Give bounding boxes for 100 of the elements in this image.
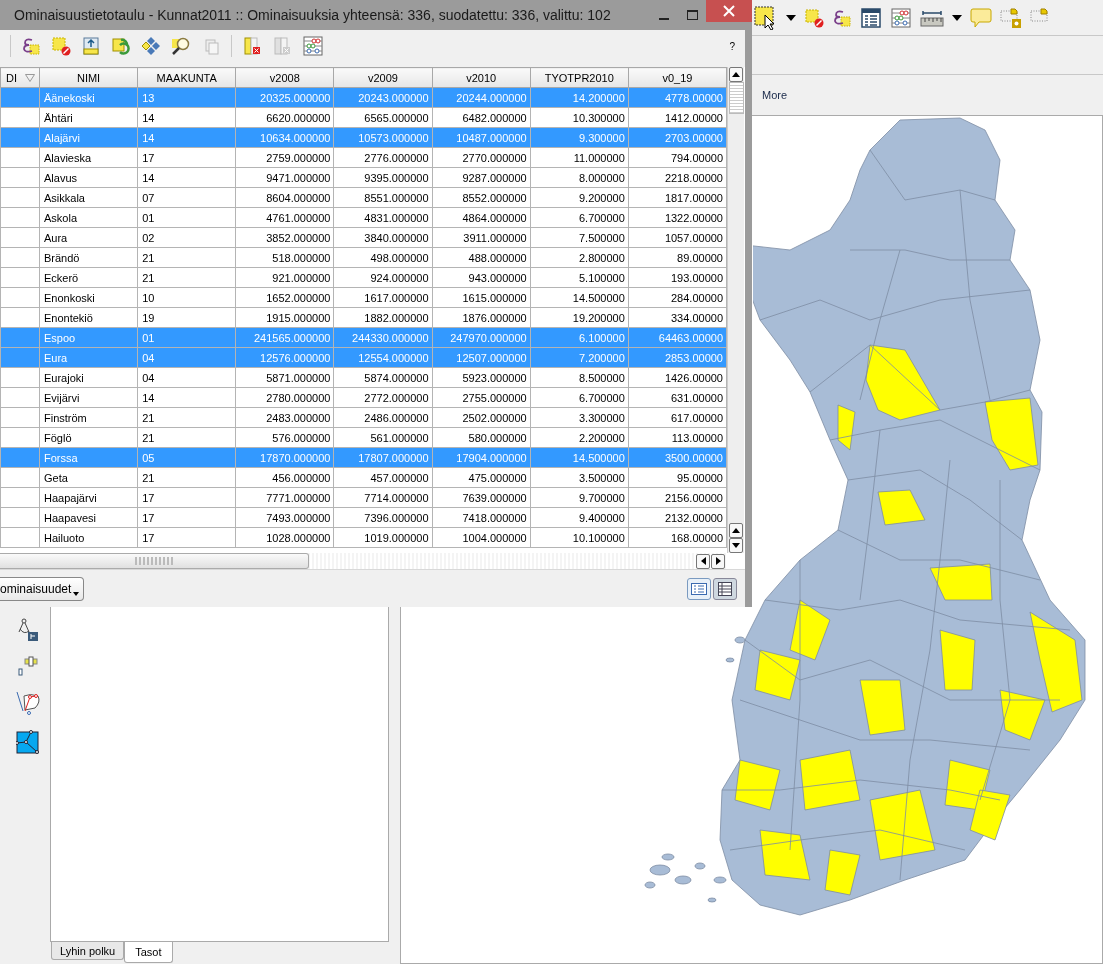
table-cell: 1004.000000 <box>432 527 531 548</box>
panel-tab[interactable]: Tasot <box>124 942 173 963</box>
scroll-left-button[interactable] <box>696 553 710 569</box>
table-cell: 6482.000000 <box>432 107 531 128</box>
table-row[interactable]: Evijärvi 14 2780.000000 2772.000000 2755.000000 6.700000 631.00000 <box>0 387 727 408</box>
compass-icon[interactable] <box>17 618 39 642</box>
table-cell: 7396.000000 <box>333 507 433 528</box>
deselect-icon[interactable] <box>804 7 824 28</box>
scroll-up-button[interactable] <box>729 67 743 82</box>
table-cell: 6565.000000 <box>333 107 433 128</box>
table-cell: 17 <box>137 487 236 508</box>
refresh-icon[interactable] <box>111 36 131 56</box>
form-view-button[interactable] <box>687 577 711 600</box>
table-cell: 8.500000 <box>530 367 629 388</box>
table-cell: Brändö <box>39 247 138 268</box>
table-cell: 475.000000 <box>432 467 531 488</box>
scroll-up-button[interactable] <box>729 523 743 538</box>
filter-dropdown[interactable]: ominaisuudet <box>0 576 85 601</box>
column-header[interactable]: v2010 <box>432 67 531 88</box>
column-header[interactable]: NIMI <box>39 67 138 88</box>
table-cell: 1617.000000 <box>333 287 433 308</box>
move-up-icon[interactable] <box>81 36 101 56</box>
close-button[interactable] <box>706 0 752 22</box>
expression-icon[interactable] <box>21 36 41 56</box>
table-row[interactable]: Hailuoto 17 1028.000000 1019.000000 1004.000000 10.100000 168.00000 <box>0 527 727 548</box>
column-label: DI <box>6 71 17 84</box>
table-view-button[interactable] <box>713 577 737 600</box>
table-cell: 8.000000 <box>530 167 629 188</box>
table-row[interactable]: Geta 21 456.000000 457.000000 475.000000 3.500000 95.00000 <box>0 467 727 488</box>
table-cell: 2772.000000 <box>333 387 433 408</box>
table-row[interactable]: Haapajärvi 17 7771.000000 7714.000000 7639.000000 9.700000 2156.00000 <box>0 487 727 508</box>
table-cell: 17 <box>137 507 236 528</box>
table-cell: 9287.000000 <box>432 167 531 188</box>
table-cell: 7639.000000 <box>432 487 531 508</box>
table-row[interactable]: Enontekiö 19 1915.000000 1882.000000 1876.000000 19.200000 334.00000 <box>0 307 727 328</box>
table-cell: Asikkala <box>39 187 138 208</box>
delete-column-icon[interactable] <box>242 36 262 56</box>
table-cell: 95.00000 <box>628 467 727 488</box>
table-cell: Evijärvi <box>39 387 138 408</box>
abacus-icon[interactable] <box>890 7 912 28</box>
table-cell: Haapavesi <box>39 507 138 528</box>
node-tool-icon[interactable] <box>15 690 41 716</box>
table-cell: Hailuoto <box>39 527 138 548</box>
table-cell: 6.700000 <box>530 387 629 408</box>
table-row[interactable]: Finström 21 2483.000000 2486.000000 2502.000000 3.300000 617.00000 <box>0 407 727 428</box>
table-row[interactable]: Eurajoki 04 5871.000000 5874.000000 5923.000000 8.500000 1426.00000 <box>0 367 727 388</box>
table-row[interactable]: Ähtäri 14 6620.000000 6565.000000 6482.000000 10.300000 1412.00000 <box>0 107 727 128</box>
table-cell: 631.00000 <box>628 387 727 408</box>
table-row[interactable]: Alavus 14 9471.000000 9395.000000 9287.000000 8.000000 2218.00000 <box>0 167 727 188</box>
table-cell: Askola <box>39 207 138 228</box>
table-cell: 1057.00000 <box>628 227 727 248</box>
table-row[interactable]: Haapavesi 17 7493.000000 7396.000000 7418.000000 9.400000 2132.00000 <box>0 507 727 528</box>
minimize-icon <box>659 18 669 20</box>
diamond-icon[interactable] <box>141 36 161 56</box>
table-cell: 7418.000000 <box>432 507 531 528</box>
polygon-edit-icon[interactable] <box>16 730 40 754</box>
table-row[interactable]: Eckerö 21 921.000000 924.000000 943.000000 5.100000 193.00000 <box>0 267 727 288</box>
table-cell: 2132.00000 <box>628 507 727 528</box>
caret-icon[interactable] <box>786 14 796 21</box>
table-cell: 193.00000 <box>628 267 727 288</box>
table-cell: Geta <box>39 467 138 488</box>
column-header[interactable]: TYOTPR2010 <box>530 67 629 88</box>
table-cell: 1322.00000 <box>628 207 727 228</box>
magnifier-icon[interactable] <box>171 36 191 56</box>
table-cell: 19.200000 <box>530 307 629 328</box>
table-icon[interactable] <box>860 6 882 29</box>
table-row[interactable]: Alavieska 17 2759.000000 2776.000000 2770.000000 11.000000 794.00000 <box>0 147 727 168</box>
table-cell: 1652.000000 <box>235 287 334 308</box>
help-button[interactable]: ? <box>729 40 735 52</box>
deselect-icon[interactable] <box>51 36 71 56</box>
column-header[interactable]: v2008 <box>235 67 334 88</box>
table-cell: Haapajärvi <box>39 487 138 508</box>
table-cell: 1615.000000 <box>432 287 531 308</box>
table-row[interactable]: Aura 02 3852.000000 3840.000000 3911.000000 7.500000 1057.00000 <box>0 227 727 248</box>
table-row[interactable]: Asikkala 07 8604.000000 8551.000000 8552.000000 9.200000 1817.00000 <box>0 187 727 208</box>
table-cell: 17 <box>137 527 236 548</box>
table-cell: 10.300000 <box>530 107 629 128</box>
table-cell: 334.00000 <box>628 307 727 328</box>
table-row[interactable]: Enonkoski 10 1652.000000 1617.000000 1615.000000 14.500000 284.00000 <box>0 287 727 308</box>
scroll-thumb[interactable] <box>728 82 744 114</box>
table-cell: 21 <box>137 407 236 428</box>
table-cell: 14 <box>137 107 236 128</box>
snapping-icon[interactable] <box>17 656 39 676</box>
abacus-icon[interactable] <box>302 36 324 56</box>
column-header[interactable]: v0_19 <box>628 67 727 88</box>
table-row[interactable]: Askola 01 4761.000000 4831.000000 4864.000000 6.700000 1322.00000 <box>0 207 727 228</box>
table-cell: 2759.000000 <box>235 147 334 168</box>
table-cell: 2776.000000 <box>333 147 433 168</box>
table-cell: Alavus <box>39 167 138 188</box>
more-label[interactable]: More <box>762 89 788 101</box>
caret-icon[interactable] <box>952 14 962 21</box>
scroll-thumb[interactable] <box>0 553 309 569</box>
column-header[interactable]: v2009 <box>333 67 433 88</box>
table-row[interactable]: Brändö 21 518.000000 498.000000 488.000000 2.800000 89.00000 <box>0 247 727 268</box>
scroll-down-button[interactable] <box>729 538 743 553</box>
panel-tab[interactable]: Lyhin polku <box>51 942 125 960</box>
column-header[interactable]: MAAKUNTA <box>137 67 236 88</box>
column-header[interactable]: DI <box>0 67 40 88</box>
table-row[interactable]: Föglö 21 576.000000 561.000000 580.000000 2.200000 113.00000 <box>0 427 727 448</box>
scroll-right-button[interactable] <box>711 553 725 569</box>
